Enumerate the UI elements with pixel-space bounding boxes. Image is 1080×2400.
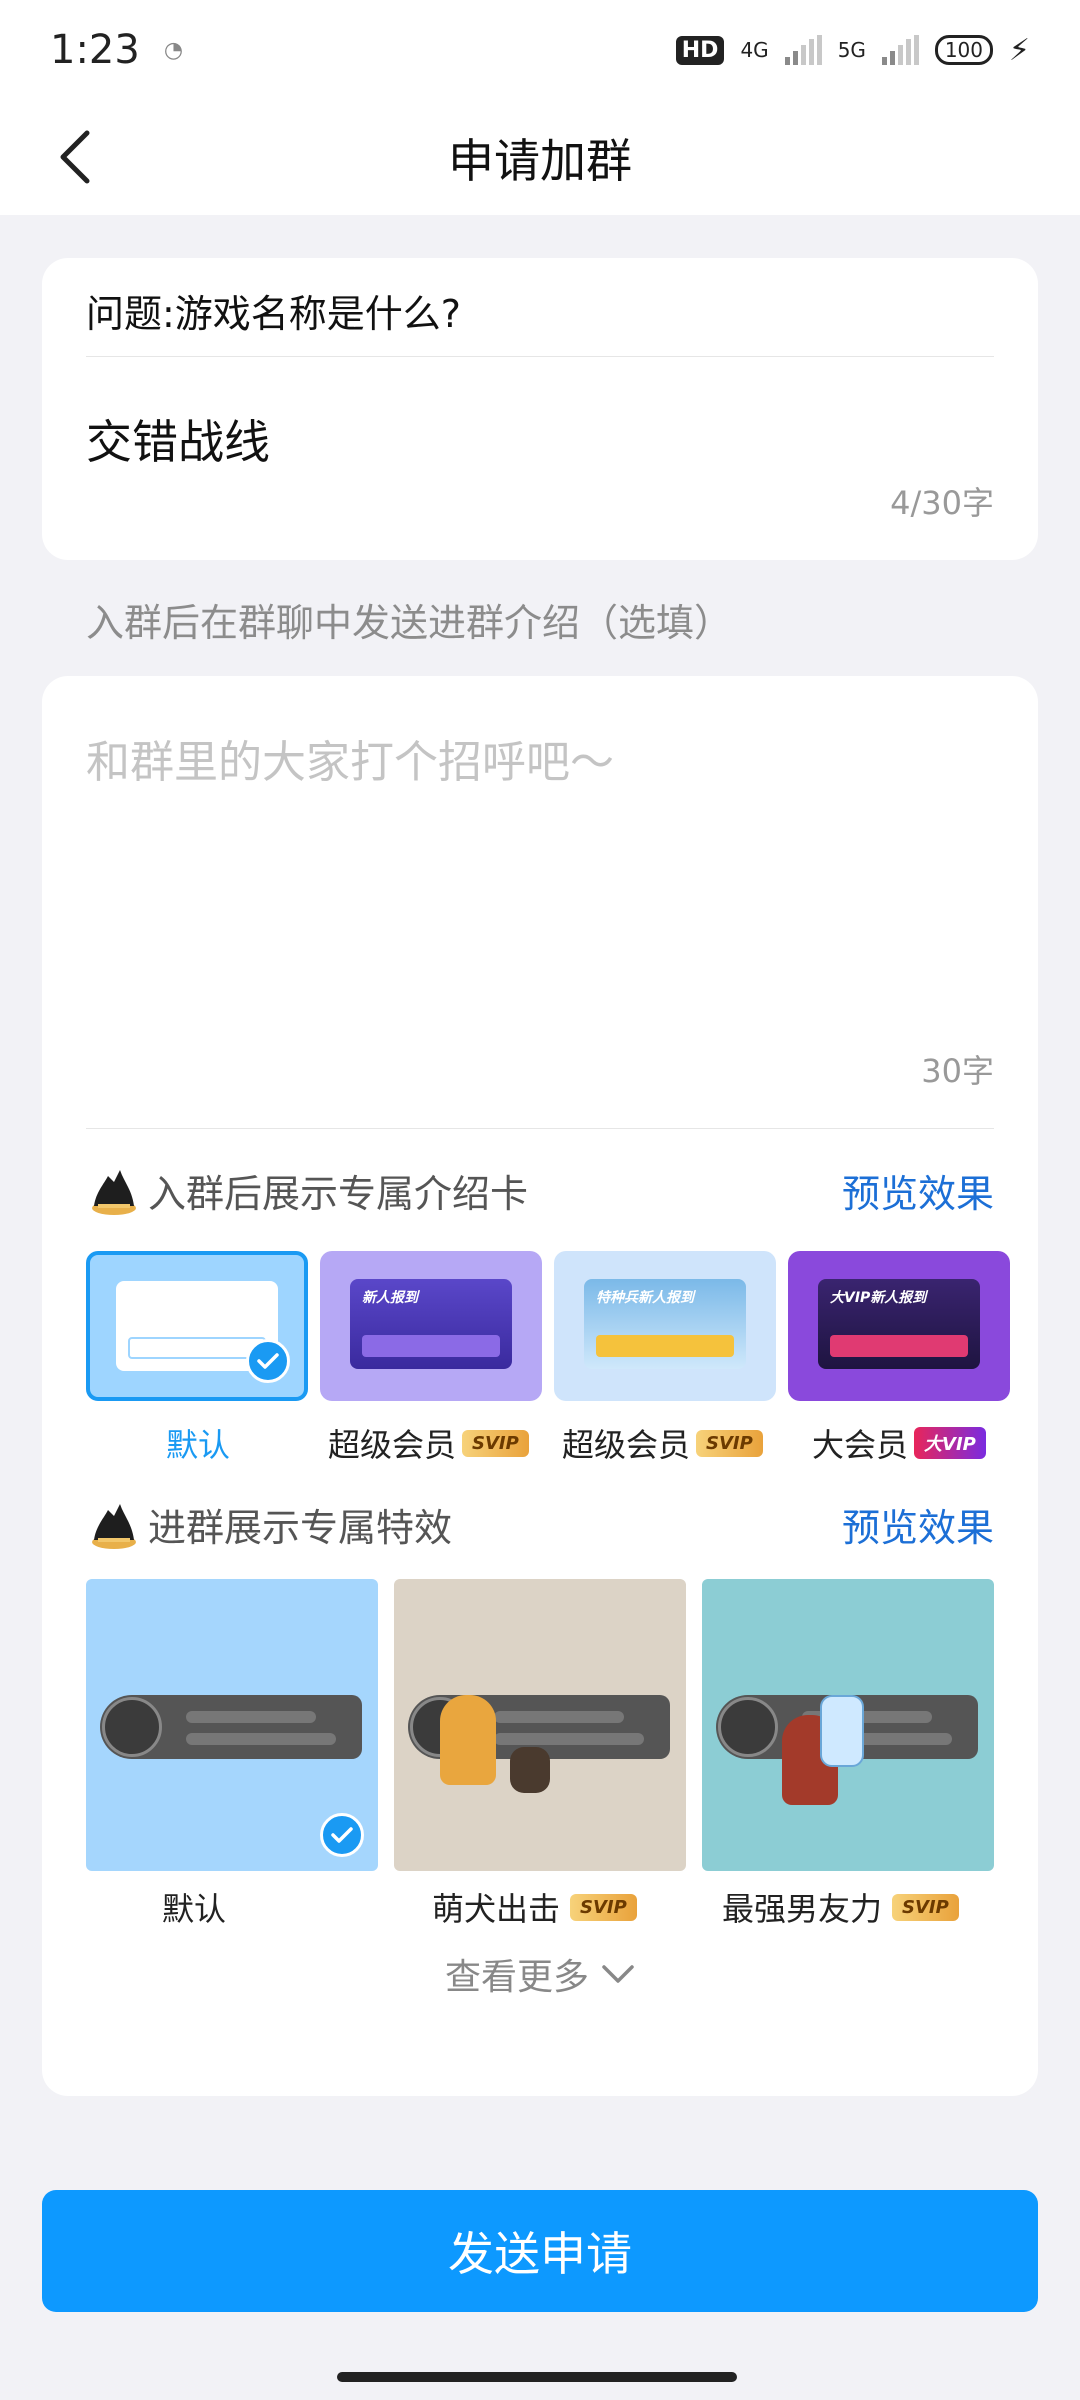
charging-icon: ⚡ bbox=[1008, 32, 1030, 68]
intro-card-preview-link[interactable]: 预览效果 bbox=[842, 1163, 994, 1218]
card-pill bbox=[362, 1335, 500, 1357]
effect-caption-puppy: 萌犬出击 SVIP bbox=[432, 1884, 637, 1930]
signal-bars-icon bbox=[784, 35, 822, 65]
placeholder-line bbox=[494, 1733, 644, 1745]
status-time: 1:23 bbox=[50, 27, 140, 73]
question-label: 问题:游戏名称是什么? bbox=[86, 292, 461, 336]
card-caption: 特种兵新人报到 bbox=[596, 1290, 694, 1306]
intro-card-option-svip-2[interactable]: 特种兵新人报到 bbox=[554, 1251, 776, 1401]
battery-level: 100 bbox=[944, 38, 984, 62]
nav-bar: 申请加群 bbox=[0, 100, 1080, 215]
intro-card-option-bigvip[interactable]: 大VIP新人报到 bbox=[788, 1251, 1010, 1401]
effect-name: 默认 bbox=[162, 1890, 227, 1928]
question-card: 问题:游戏名称是什么? 交错战线 4/30字 bbox=[42, 258, 1038, 560]
card-pill bbox=[128, 1337, 266, 1359]
sim1-label: 4G bbox=[740, 38, 769, 62]
crown-icon bbox=[92, 1170, 136, 1215]
intro-card: 和群里的大家打个招呼吧～ 30字 入群后展示专属介绍卡 预览效果 新人报到 特种… bbox=[42, 676, 1038, 2096]
dog-icon bbox=[510, 1747, 550, 1793]
placeholder-line bbox=[186, 1711, 316, 1723]
signal-bars-icon bbox=[881, 35, 919, 65]
battery-icon: 100 bbox=[934, 35, 993, 65]
home-indicator[interactable] bbox=[337, 2372, 737, 2382]
placeholder-line bbox=[494, 1711, 624, 1723]
divider bbox=[86, 356, 994, 357]
effect-name: 萌犬出击 bbox=[432, 1890, 561, 1928]
intro-textarea[interactable]: 和群里的大家打个招呼吧～ bbox=[86, 726, 614, 790]
card-name: 大会员 bbox=[812, 1426, 909, 1464]
card-caption: 新人报到 bbox=[362, 1290, 418, 1306]
placeholder-line bbox=[186, 1733, 336, 1745]
card-pill bbox=[596, 1335, 734, 1357]
hd-badge: HD bbox=[675, 35, 725, 65]
chevron-left-icon bbox=[60, 130, 90, 184]
sim2-label: 5G bbox=[837, 38, 866, 62]
svip-badge: SVIP bbox=[462, 1429, 529, 1457]
selected-check-icon bbox=[320, 1813, 364, 1857]
see-more-label: 查看更多 bbox=[444, 1957, 589, 1998]
card-preview: 大VIP新人报到 bbox=[818, 1279, 980, 1369]
card-caption: 大VIP新人报到 bbox=[830, 1290, 927, 1306]
svip-badge: SVIP bbox=[892, 1893, 959, 1921]
status-bar: 1:23 ◔ ··· HD 4G 5G 100 ⚡ bbox=[0, 0, 1080, 1312]
send-request-button[interactable]: 发送申请 bbox=[42, 2190, 1038, 2312]
effect-option-strong-boyfriend[interactable] bbox=[702, 1579, 994, 1871]
chevron-down-icon bbox=[602, 1965, 634, 1983]
intro-card-list: 新人报到 特种兵新人报到 大VIP新人报到 bbox=[86, 1251, 1038, 1401]
effect-name: 最强男友力 bbox=[722, 1890, 883, 1928]
page-title: 申请加群 bbox=[448, 133, 632, 188]
card-preview: 新人报到 bbox=[350, 1279, 512, 1369]
see-more-button[interactable]: 查看更多 bbox=[42, 1948, 1038, 2000]
card-name: 超级会员 bbox=[328, 1426, 457, 1464]
intro-card-option-svip-1[interactable]: 新人报到 bbox=[320, 1251, 542, 1401]
effect-option-puppy[interactable] bbox=[394, 1579, 686, 1871]
intro-card-caption-bigvip: 大会员 大VIP bbox=[812, 1420, 986, 1466]
intro-char-count: 30字 bbox=[921, 1052, 994, 1090]
sim1-signal: 4G bbox=[740, 40, 768, 60]
card-name: 超级会员 bbox=[562, 1426, 691, 1464]
effect-list bbox=[86, 1579, 1038, 1871]
svip-badge: SVIP bbox=[570, 1893, 637, 1921]
intro-hint: 入群后在群聊中发送进群介绍（选填） bbox=[86, 601, 733, 645]
status-right: HD 4G 5G 100 ⚡ bbox=[675, 32, 1030, 68]
selected-check-icon bbox=[246, 1339, 290, 1383]
character-icon bbox=[440, 1695, 496, 1785]
bigvip-badge: 大VIP bbox=[914, 1427, 986, 1459]
divider bbox=[86, 1128, 994, 1129]
answer-input[interactable]: 交错战线 bbox=[86, 406, 270, 472]
effect-option-default[interactable] bbox=[86, 1579, 378, 1871]
avatar-icon bbox=[102, 1697, 162, 1757]
effect-caption-strong-boyfriend: 最强男友力 SVIP bbox=[722, 1884, 959, 1930]
effect-caption-default: 默认 bbox=[162, 1884, 226, 1930]
intro-card-caption-svip-1: 超级会员 SVIP bbox=[328, 1420, 529, 1466]
notification-icon: ◔ bbox=[163, 37, 184, 63]
effect-section-title: 进群展示专属特效 bbox=[148, 1505, 453, 1550]
card-name: 默认 bbox=[166, 1426, 231, 1464]
card-preview: 特种兵新人报到 bbox=[584, 1279, 746, 1369]
svip-badge: SVIP bbox=[696, 1429, 763, 1457]
avatar-icon bbox=[718, 1697, 778, 1757]
sim2-signal: 5G bbox=[838, 40, 866, 60]
effect-preview-link[interactable]: 预览效果 bbox=[842, 1497, 994, 1552]
back-button[interactable] bbox=[40, 122, 110, 192]
crown-icon bbox=[92, 1504, 136, 1549]
effect-section-header: 进群展示专属特效 预览效果 bbox=[86, 1494, 994, 1554]
card-pill bbox=[830, 1335, 968, 1357]
intro-card-section-header: 入群后展示专属介绍卡 预览效果 bbox=[86, 1160, 994, 1220]
intro-card-section-title: 入群后展示专属介绍卡 bbox=[148, 1171, 529, 1216]
intro-card-caption-svip-2: 超级会员 SVIP bbox=[562, 1420, 763, 1466]
answer-char-count: 4/30字 bbox=[890, 484, 994, 522]
intro-card-option-default[interactable] bbox=[86, 1251, 308, 1401]
water-bottle-icon bbox=[820, 1695, 864, 1767]
intro-card-caption-default: 默认 bbox=[166, 1420, 230, 1466]
